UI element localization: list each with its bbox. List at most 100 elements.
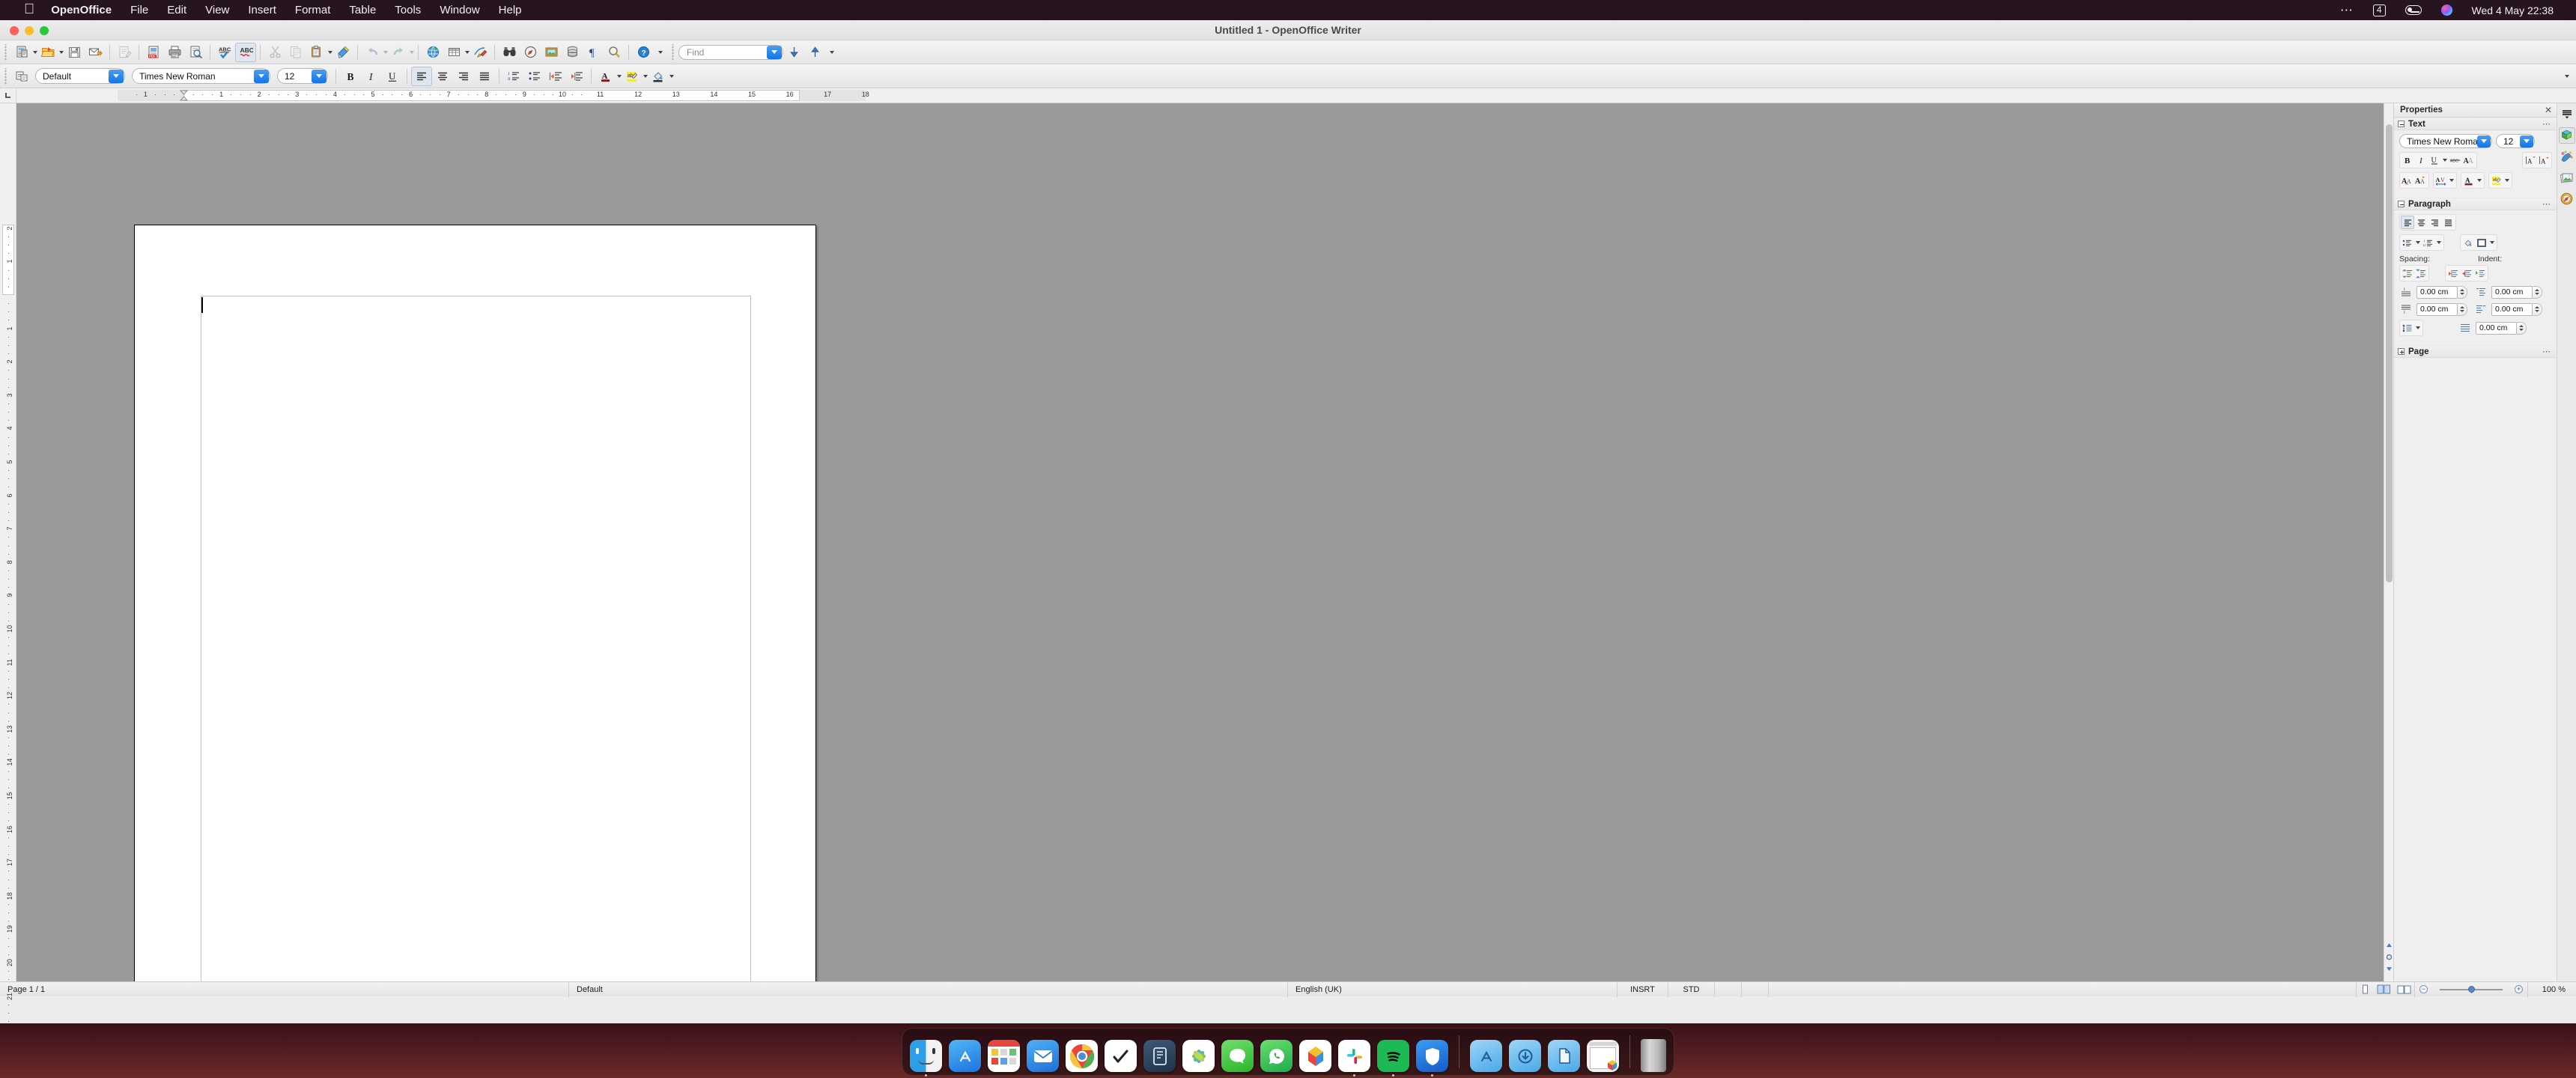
dock-item-calendar[interactable] (988, 1040, 1020, 1072)
find-toolbar-overflow[interactable] (830, 50, 834, 54)
font-size-dropdown[interactable] (312, 69, 326, 83)
hamburger-menu-icon[interactable] (2559, 106, 2575, 123)
spelling-button[interactable]: ABC (214, 43, 235, 62)
menu-window[interactable]: Window (440, 4, 479, 16)
indent-after-spinner[interactable]: 0.00 cm (2491, 302, 2542, 316)
sidebar-subscript-button[interactable]: A (2537, 153, 2551, 167)
sidebar-font-color-button[interactable]: A (2462, 174, 2476, 187)
menu-help[interactable]: Help (499, 4, 522, 16)
control-center-dots-icon[interactable]: ⋯ (2340, 4, 2354, 16)
paragraph-panel-header[interactable]: Paragraph ⋯ (2394, 198, 2557, 210)
dock-window-openoffice-writer[interactable] (1587, 1040, 1619, 1072)
sidebar-font-color-dropdown[interactable] (2477, 179, 2482, 182)
desktop-number-badge[interactable]: 4 (2372, 4, 2386, 16)
hyperlink-button[interactable] (422, 43, 443, 62)
minus-circle-icon[interactable]: − (2419, 985, 2428, 993)
sidebar-decrease-indent-button[interactable] (2460, 267, 2473, 280)
decrease-indent-button[interactable] (545, 67, 566, 86)
sidebar-italic-button[interactable]: I (2414, 153, 2428, 167)
indent-after-value[interactable]: 0.00 cm (2491, 302, 2533, 316)
ruler-text-area[interactable] (183, 90, 800, 101)
vertical-scrollbar-thumb[interactable] (2386, 124, 2393, 582)
apple-logo-icon[interactable]:  (24, 2, 34, 16)
sidebar-unordered-list-button[interactable] (2401, 236, 2414, 249)
find-dropdown-button[interactable] (767, 45, 782, 59)
dock-item-messages[interactable] (1221, 1040, 1254, 1072)
increase-indent-button[interactable] (566, 67, 587, 86)
status-language[interactable]: English (UK) (1288, 981, 1617, 997)
menu-view[interactable]: View (205, 4, 229, 16)
menubar-clock[interactable]: Wed 4 May 22:38 (2472, 4, 2554, 16)
status-document-modified[interactable] (1715, 981, 1742, 997)
indent-after-stepper[interactable] (2533, 302, 2542, 316)
align-center-button[interactable] (432, 67, 453, 86)
zoom-button[interactable] (604, 43, 625, 62)
maximize-window-button[interactable] (40, 26, 49, 35)
navigator-compass-icon[interactable] (2559, 190, 2575, 207)
text-panel-header[interactable]: Text ⋯ (2394, 118, 2557, 130)
sidebar-hanging-indent-button[interactable] (2473, 267, 2487, 280)
indent-before-value[interactable]: 0.00 cm (2491, 285, 2533, 299)
menu-format[interactable]: Format (295, 4, 331, 16)
edit-file-button[interactable] (114, 43, 135, 62)
ruler-indent-marker[interactable] (179, 90, 189, 101)
ruler-left-margin[interactable] (118, 90, 183, 101)
copy-button[interactable] (285, 43, 306, 62)
sidebar-underline-dropdown[interactable] (2443, 159, 2447, 162)
toggle-icon[interactable] (2405, 5, 2422, 15)
zoom-level-value[interactable]: 100 % (2528, 982, 2576, 997)
zoom-slider-knob[interactable] (2468, 986, 2475, 993)
indent-firstline-stepper[interactable] (2517, 321, 2527, 335)
dock-item-keynote[interactable] (1299, 1040, 1331, 1072)
spacing-below-stepper[interactable] (2458, 302, 2467, 316)
clone-formatting-button[interactable] (332, 43, 353, 62)
sidebar-superscript-button[interactable]: A (2524, 153, 2537, 167)
sidebar-decrease-spacing-button[interactable] (2414, 267, 2428, 280)
gallery-photos-icon[interactable] (2559, 169, 2575, 186)
view-layout-multi-page-icon[interactable] (2374, 982, 2394, 997)
redo-button[interactable] (388, 43, 409, 62)
view-layout-single-page-icon[interactable] (2357, 982, 2374, 997)
gallery-button[interactable] (541, 43, 562, 62)
apply-style-icon[interactable] (11, 67, 32, 86)
paste-button[interactable] (306, 43, 327, 62)
dock-item-finder[interactable] (910, 1040, 942, 1077)
properties-cube-icon[interactable] (2558, 127, 2575, 144)
spacing-below-value[interactable]: 0.00 cm (2416, 302, 2458, 316)
menu-table[interactable]: Table (349, 4, 376, 16)
menu-app-name[interactable]: OpenOffice (51, 4, 112, 16)
redo-dropdown[interactable] (410, 50, 414, 54)
sidebar-strikethrough-button[interactable]: ABC (2449, 153, 2462, 167)
dock-trash[interactable] (1641, 1039, 1666, 1072)
menu-insert[interactable]: Insert (248, 4, 276, 16)
indent-before-spinner[interactable]: 0.00 cm (2491, 285, 2542, 299)
vertical-ruler[interactable]: 211234567891011121314151617181920212223 (0, 103, 16, 1072)
close-window-button[interactable] (10, 26, 19, 35)
sidebar-font-size-combobox[interactable]: 12 (2496, 134, 2535, 148)
sidebar-decrease-font-size-button[interactable]: AA (2414, 174, 2428, 187)
toolbar-grip[interactable] (3, 43, 8, 61)
menu-edit[interactable]: Edit (167, 4, 186, 16)
sidebar-underline-button[interactable]: U (2428, 153, 2441, 167)
spacing-below-spinner[interactable]: 0.00 cm (2416, 302, 2467, 316)
save-document-button[interactable] (64, 43, 85, 62)
styles-icon[interactable] (2559, 148, 2575, 165)
sidebar-ordered-list-button[interactable]: I II (2422, 236, 2435, 249)
ordered-list-button[interactable]: I II (503, 67, 524, 86)
collapse-text-panel-icon[interactable] (2398, 121, 2405, 127)
zoom-in-button[interactable]: + (2510, 981, 2528, 997)
minimize-window-button[interactable] (25, 26, 34, 35)
text-panel-more-options-icon[interactable]: ⋯ (2542, 120, 2551, 128)
paragraph-style-combobox[interactable]: Default (35, 68, 125, 84)
scroll-navigation-icon[interactable] (2384, 951, 2394, 962)
ruler-right-margin[interactable] (800, 90, 866, 101)
sidebar-unordered-list-dropdown[interactable] (2416, 241, 2420, 244)
background-color-dropdown[interactable] (669, 74, 674, 78)
sidebar-align-left-button[interactable] (2401, 216, 2414, 229)
dock-folder-applications[interactable] (1470, 1040, 1502, 1072)
plus-circle-icon[interactable]: + (2515, 985, 2523, 993)
zoom-slider[interactable] (2432, 982, 2510, 997)
sidebar-font-name-combobox[interactable]: Times New Roman (2399, 134, 2492, 148)
dock-item-notes[interactable] (1143, 1040, 1176, 1072)
italic-button[interactable]: I (361, 67, 382, 86)
